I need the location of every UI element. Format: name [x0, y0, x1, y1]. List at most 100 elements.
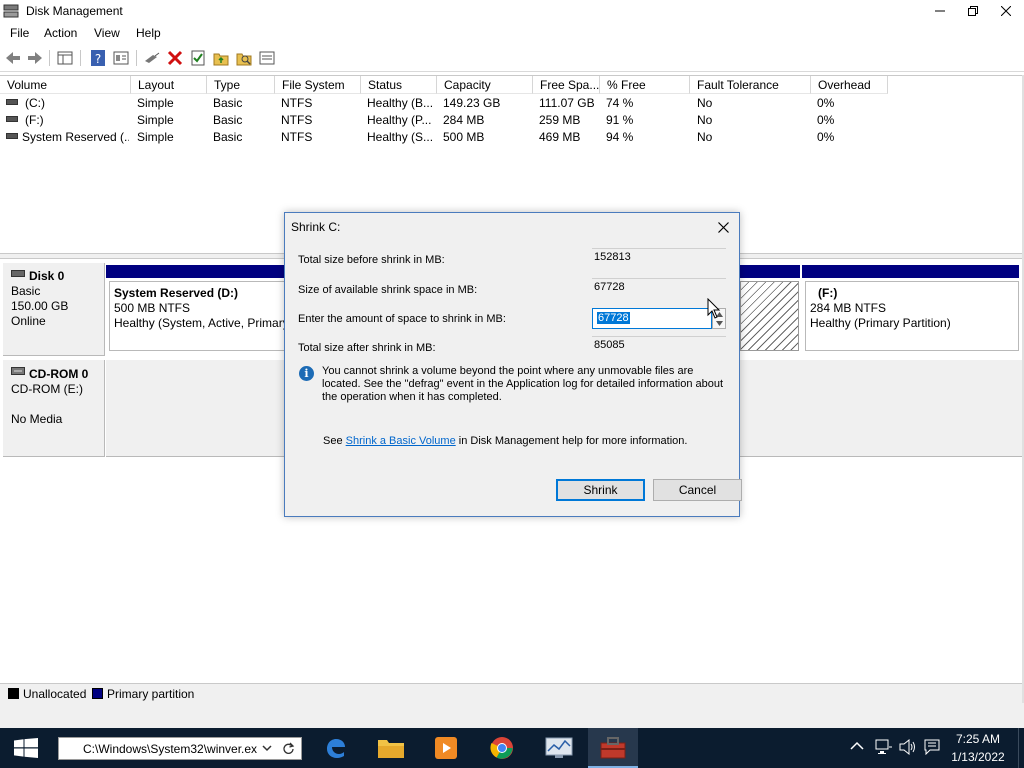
- label-total-before: Total size before shrink in MB:: [298, 254, 445, 266]
- column-header-volume[interactable]: Volume: [0, 76, 131, 94]
- clock-date[interactable]: 1/13/2022: [948, 750, 1008, 764]
- table-row[interactable]: (F:) Simple Basic NTFS Healthy (P... 284…: [0, 112, 1022, 129]
- column-header-overhead[interactable]: Overhead: [811, 76, 888, 94]
- chevron-up-icon[interactable]: [850, 738, 864, 755]
- close-icon: [717, 222, 729, 233]
- help-link[interactable]: Shrink a Basic Volume: [346, 435, 456, 447]
- start-button[interactable]: [0, 728, 52, 768]
- help-suffix: in Disk Management help for more informa…: [458, 435, 688, 447]
- menu-file[interactable]: File: [10, 26, 29, 40]
- menu-action[interactable]: Action: [44, 26, 77, 40]
- cell-status: Healthy (B...: [367, 96, 434, 110]
- disk-status: Online: [11, 314, 46, 328]
- table-row[interactable]: (C:) Simple Basic NTFS Healthy (B... 149…: [0, 95, 1022, 112]
- taskbar-media-player[interactable]: [422, 728, 472, 768]
- delete-icon[interactable]: [166, 49, 184, 67]
- cell-percent-free: 74 %: [606, 96, 634, 110]
- network-icon[interactable]: [875, 739, 893, 759]
- edge-browser-icon: [327, 739, 345, 758]
- volume-icon: [6, 99, 18, 105]
- cell-type: Basic: [213, 130, 243, 144]
- connect-disk-icon[interactable]: [143, 49, 161, 67]
- cell-percent-free: 94 %: [606, 130, 634, 144]
- column-header-file-system[interactable]: File System: [275, 76, 361, 94]
- value-total-before: 152813: [592, 248, 726, 268]
- disk-0-label[interactable]: Disk 0 Basic 150.00 GB Online: [3, 263, 105, 356]
- column-header-type[interactable]: Type: [207, 76, 275, 94]
- taskbar: C:\Windows\System32\winver.ex 7:25 AM 1/…: [0, 728, 1024, 768]
- dialog-title: Shrink C:: [291, 220, 341, 234]
- legend-swatch-unallocated: [8, 688, 19, 699]
- cell-file-system: NTFS: [281, 96, 313, 110]
- volume-icon[interactable]: [899, 738, 917, 759]
- folder-up-icon[interactable]: [212, 49, 230, 67]
- taskbar-performance-monitor[interactable]: [534, 728, 584, 768]
- label-total-after: Total size after shrink in MB:: [298, 342, 436, 354]
- taskbar-edge[interactable]: [310, 728, 360, 768]
- clock-time[interactable]: 7:25 AM: [948, 732, 1008, 746]
- minimize-icon: [935, 10, 945, 12]
- status-bar: [0, 703, 1024, 728]
- properties-icon[interactable]: [112, 49, 130, 67]
- chevron-down-icon[interactable]: [716, 321, 723, 326]
- refresh-icon[interactable]: [282, 742, 295, 755]
- cell-file-system: NTFS: [281, 113, 313, 127]
- menu-bar: File Action View Help: [0, 22, 1024, 44]
- toolbox-icon: [600, 737, 626, 759]
- shrink-amount-input[interactable]: 67728: [592, 308, 712, 329]
- cell-volume: System Reserved (...: [22, 130, 129, 144]
- column-header-capacity[interactable]: Capacity: [437, 76, 533, 94]
- column-header-free-space[interactable]: Free Spa...: [533, 76, 600, 94]
- cell-free-space: 259 MB: [539, 113, 581, 127]
- minimize-button[interactable]: [923, 0, 957, 22]
- partition-c-selected[interactable]: [740, 281, 799, 351]
- cell-free-space: 111.07 GB: [539, 96, 595, 110]
- show-desktop-button[interactable]: [1018, 728, 1024, 768]
- taskbar-disk-management[interactable]: [588, 728, 638, 768]
- menu-help[interactable]: Help: [136, 26, 161, 40]
- folder-search-icon[interactable]: [235, 49, 253, 67]
- view-list-icon[interactable]: [258, 49, 276, 67]
- help-line: See Shrink a Basic Volume in Disk Manage…: [323, 435, 687, 447]
- console-tree-icon[interactable]: [56, 49, 74, 67]
- disk-name: Disk 0: [29, 269, 65, 283]
- dialog-close-button[interactable]: [709, 215, 737, 239]
- shrink-button[interactable]: Shrink: [556, 479, 645, 501]
- cdrom-drive: CD-ROM (E:): [11, 382, 83, 396]
- mouse-cursor-icon: [707, 298, 721, 319]
- column-header-percent-free[interactable]: % Free: [600, 76, 690, 94]
- cdrom-0-label[interactable]: CD-ROM 0 CD-ROM (E:) No Media: [3, 360, 105, 457]
- column-header-layout[interactable]: Layout: [131, 76, 207, 94]
- partition-system-reserved[interactable]: System Reserved (D:) 500 MB NTFS Healthy…: [109, 281, 286, 351]
- menu-view[interactable]: View: [94, 26, 120, 40]
- taskbar-file-explorer[interactable]: [366, 728, 416, 768]
- checklist-icon[interactable]: [189, 49, 207, 67]
- close-window-button[interactable]: [989, 0, 1023, 22]
- partition-name: (F:): [818, 286, 838, 300]
- back-arrow-icon[interactable]: [4, 49, 22, 67]
- chevron-down-icon[interactable]: [262, 745, 272, 752]
- partition-f[interactable]: (F:) 284 MB NTFS Healthy (Primary Partit…: [805, 281, 1019, 351]
- column-header-fault-tolerance[interactable]: Fault Tolerance: [690, 76, 811, 94]
- restore-button[interactable]: [956, 0, 990, 22]
- toolbar-separator: [49, 50, 50, 66]
- cell-free-space: 469 MB: [539, 130, 581, 144]
- legend-primary-partition: Primary partition: [107, 687, 195, 701]
- cell-fault-tolerance: No: [697, 130, 713, 144]
- run-address-box[interactable]: C:\Windows\System32\winver.ex: [58, 737, 302, 760]
- close-icon: [1000, 5, 1012, 17]
- toolbar-separator: [80, 50, 81, 66]
- action-center-icon[interactable]: [924, 739, 940, 759]
- cell-percent-free: 91 %: [606, 113, 634, 127]
- table-row[interactable]: System Reserved (... Simple Basic NTFS H…: [0, 129, 1022, 146]
- cell-overhead: 0%: [817, 113, 835, 127]
- column-header-status[interactable]: Status: [361, 76, 437, 94]
- taskbar-chrome[interactable]: [478, 728, 528, 768]
- forward-arrow-icon[interactable]: [26, 49, 44, 67]
- cancel-button[interactable]: Cancel: [653, 479, 742, 501]
- cdrom-drive-icon: [11, 367, 25, 375]
- value-available-shrink: 67728: [592, 278, 726, 298]
- help-icon[interactable]: ?: [89, 49, 107, 67]
- cell-type: Basic: [213, 96, 243, 110]
- cell-status: Healthy (S...: [367, 130, 434, 144]
